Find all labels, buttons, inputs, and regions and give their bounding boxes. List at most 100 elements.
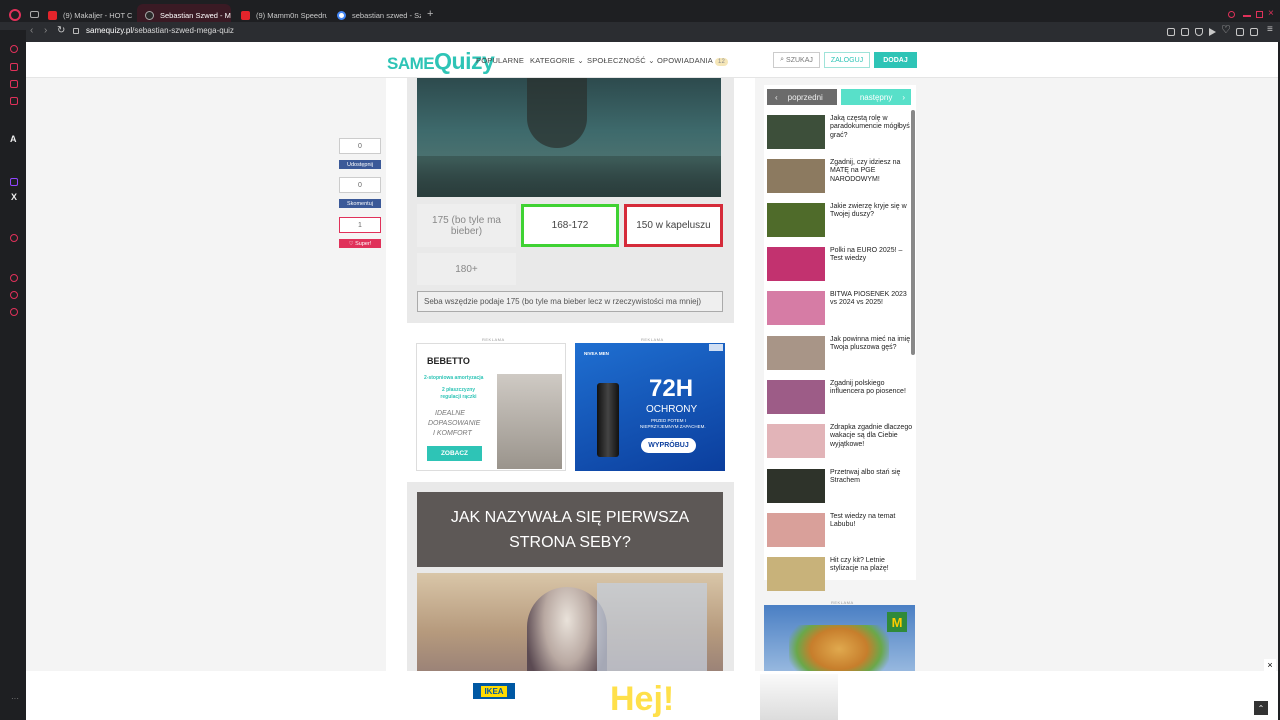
clock-icon[interactable] <box>10 274 18 282</box>
quiz-title[interactable]: Hit czy kit? Letnie stylizacje na plażę! <box>830 557 914 574</box>
adchoices-icon[interactable] <box>709 344 723 351</box>
browser-sidebar: A X ··· <box>0 30 26 720</box>
related-quiz-item[interactable]: Jakie zwierzę kryje się w Twojej duszy? <box>767 203 913 239</box>
quiz-title[interactable]: Polki na EURO 2025! – Test wiedzy <box>830 247 914 264</box>
music-icon[interactable] <box>10 97 18 105</box>
download-icon[interactable] <box>1167 28 1175 36</box>
play-icon[interactable] <box>1209 28 1216 36</box>
history-icon[interactable] <box>10 45 18 53</box>
close-ad-button[interactable]: × <box>1264 659 1276 671</box>
quiz-title[interactable]: Jaką częstą rolę w paradokumencie mógłby… <box>830 115 914 140</box>
related-quiz-item[interactable]: Jaką częstą rolę w paradokumencie mógłby… <box>767 115 913 151</box>
quiz-title[interactable]: Przetrwaj albo stań się Strachem <box>830 469 914 486</box>
super-button[interactable]: ♡ Super! <box>339 239 381 248</box>
quiz-title[interactable]: BITWA PIOSENEK 2023 vs 2024 vs 2025! <box>830 291 914 308</box>
nav-community[interactable]: SPOŁECZNOŚĆ ⌄ <box>587 56 655 65</box>
super-count: 1 <box>339 217 381 233</box>
login-button[interactable]: ZALOGUJ <box>824 52 870 68</box>
quiz-title[interactable]: Jakie zwierzę kryje się w Twojej duszy? <box>830 203 914 220</box>
player-icon[interactable] <box>10 234 18 242</box>
messenger-icon[interactable] <box>10 80 18 88</box>
snapshot-icon[interactable] <box>1181 28 1189 36</box>
maximize-icon[interactable] <box>1256 11 1263 18</box>
related-quiz-item[interactable]: Zgadnij, czy idziesz na MATĘ na PGE NARO… <box>767 159 913 195</box>
search-button[interactable]: ⌕ SZUKAJ <box>773 52 820 68</box>
quiz-title[interactable]: Zgadnij polskiego influencera po piosenc… <box>830 380 914 397</box>
nav-popular[interactable]: POPULARNE <box>476 56 524 65</box>
x-icon[interactable]: X <box>11 192 17 202</box>
quiz-thumbnail[interactable] <box>767 115 825 149</box>
url-field[interactable]: samequizy.pl/sebastian-szwed-mega-quiz <box>86 26 234 35</box>
back-icon[interactable]: ‹ <box>30 25 33 37</box>
mcdonalds-ad[interactable]: M <box>764 605 915 675</box>
twitch-icon[interactable] <box>10 178 18 186</box>
reload-icon[interactable]: ↻ <box>57 25 65 37</box>
chevron-down-icon: ⌄ <box>577 56 584 65</box>
comment-button[interactable]: Skomentuj <box>339 199 381 208</box>
box-icon[interactable] <box>10 291 18 299</box>
related-quiz-item[interactable]: Przetrwaj albo stań się Strachem <box>767 469 913 505</box>
answer-comment: Seba wszędzie podaje 175 (bo tyle ma bie… <box>417 291 723 312</box>
add-button[interactable]: DODAJ <box>874 52 917 68</box>
shield-icon[interactable] <box>1195 28 1203 36</box>
ad-cta-button[interactable]: WYPRÓBUJ <box>641 438 696 453</box>
quiz-thumbnail[interactable] <box>767 247 825 281</box>
bag-icon[interactable] <box>10 63 18 71</box>
related-quiz-item[interactable]: Test wiedzy na temat Labubu! <box>767 513 913 549</box>
image-grass <box>417 156 721 197</box>
bebetto-ad[interactable]: BEBETTO 2-stopniowa amortyzacja 2 płaszc… <box>416 343 566 471</box>
extensions-icon[interactable] <box>1250 28 1258 36</box>
related-quiz-item[interactable]: Polki na EURO 2025! – Test wiedzy <box>767 247 913 283</box>
ikea-logo[interactable]: IKEA <box>473 683 515 699</box>
nivea-ad[interactable]: NIVEA MEN 72H OCHRONY PRZED POTEM I NIEP… <box>575 343 725 471</box>
quiz-thumbnail[interactable] <box>767 424 825 458</box>
answer-option[interactable]: 180+ <box>417 253 516 285</box>
quiz-title[interactable]: Jak powinna mieć na imię Twoja pluszowa … <box>830 336 914 353</box>
quiz-thumbnail[interactable] <box>767 291 825 325</box>
forward-icon[interactable]: › <box>44 25 47 37</box>
nav-stories[interactable]: OPOWIADANIA 12 <box>657 56 729 66</box>
settings-icon[interactable] <box>10 308 18 316</box>
cube-icon[interactable] <box>1236 28 1244 36</box>
close-window-icon[interactable]: × <box>1268 8 1274 19</box>
quiz-thumbnail[interactable] <box>767 557 825 591</box>
quiz-title[interactable]: Zgadnij, czy idziesz na MATĘ na PGE NARO… <box>830 159 914 184</box>
answer-option-correct[interactable]: 168-172 <box>521 204 619 247</box>
quiz-thumbnail[interactable] <box>767 159 825 193</box>
chevron-right-icon: › <box>902 92 905 102</box>
related-quiz-item[interactable]: Zgadnij polskiego influencera po piosenc… <box>767 380 913 416</box>
tab-stash-icon[interactable] <box>30 11 39 18</box>
chevron-down-icon: ⌄ <box>648 56 655 65</box>
ad-cta-button[interactable]: ZOBACZ <box>427 446 482 461</box>
aria-icon[interactable]: A <box>10 134 17 144</box>
quiz-title[interactable]: Zdrapka zgadnie dlaczego wakacje są dla … <box>830 424 914 449</box>
quiz-thumbnail[interactable] <box>767 203 825 237</box>
quiz-title[interactable]: Test wiedzy na temat Labubu! <box>830 513 914 530</box>
minimize-icon[interactable] <box>1243 15 1251 17</box>
quiz-thumbnail[interactable] <box>767 469 825 503</box>
comment-count: 0 <box>339 177 381 193</box>
quiz-thumbnail[interactable] <box>767 380 825 414</box>
related-quiz-item[interactable]: Hit czy kit? Letnie stylizacje na plażę! <box>767 557 913 593</box>
next-quiz-button[interactable]: następny › <box>841 89 911 105</box>
heart-icon[interactable]: ♡ <box>1221 23 1231 36</box>
scroll-top-button[interactable]: ⌃ <box>1254 701 1268 715</box>
quiz-thumbnail[interactable] <box>767 513 825 547</box>
share-button[interactable]: Udostępnij <box>339 160 381 169</box>
sidebar-scrollbar[interactable] <box>911 110 915 355</box>
related-quiz-item[interactable]: Zdrapka zgadnie dlaczego wakacje są dla … <box>767 424 913 460</box>
ad-label: REKLAMA <box>641 337 664 342</box>
related-quiz-item[interactable]: BITWA PIOSENEK 2023 vs 2024 vs 2025! <box>767 291 913 327</box>
menu-icon[interactable]: ≡ <box>1267 24 1273 35</box>
answer-option-wrong[interactable]: 150 w kapeluszu <box>624 204 723 247</box>
opera-logo-icon[interactable] <box>9 9 21 21</box>
new-tab-button[interactable]: + <box>427 8 433 20</box>
search-tabs-icon[interactable] <box>1228 11 1235 18</box>
quiz-thumbnail[interactable] <box>767 336 825 370</box>
stories-count-badge: 12 <box>714 58 729 66</box>
answer-option[interactable]: 175 (bo tyle ma bieber) <box>417 204 516 247</box>
more-icon[interactable]: ··· <box>11 694 19 703</box>
nav-categories[interactable]: KATEGORIE ⌄ <box>530 56 584 65</box>
related-quiz-item[interactable]: Jak powinna mieć na imię Twoja pluszowa … <box>767 336 913 372</box>
previous-quiz-button[interactable]: ‹ poprzedni <box>767 89 837 105</box>
